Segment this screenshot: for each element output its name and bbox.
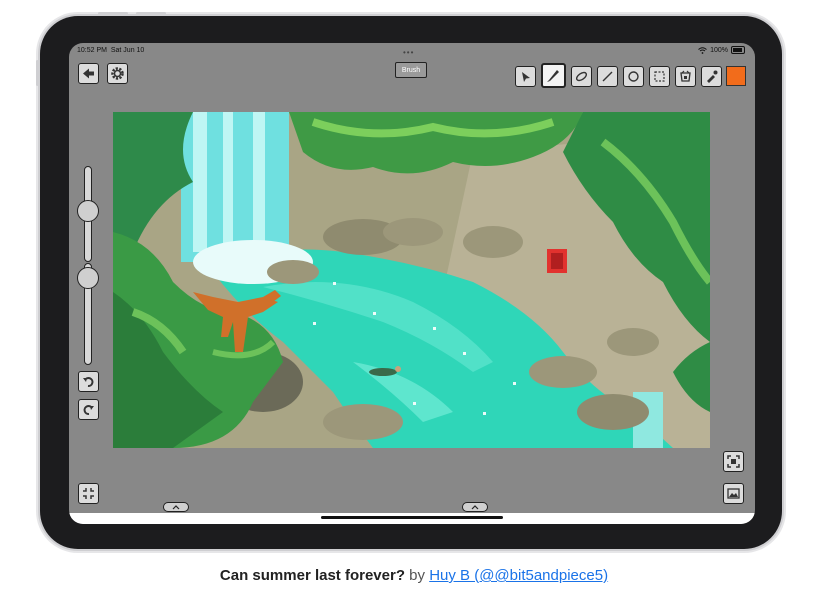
- redo-icon: [83, 405, 94, 415]
- back-button[interactable]: [78, 63, 99, 84]
- settings-button[interactable]: [107, 63, 128, 84]
- line-icon: [602, 71, 613, 82]
- back-icon: [83, 68, 94, 79]
- tablet-side-button: [98, 12, 128, 15]
- tablet-top-button: [36, 60, 39, 86]
- redo-button[interactable]: [78, 399, 99, 420]
- home-indicator[interactable]: [321, 516, 503, 519]
- undo-icon: [83, 377, 94, 387]
- eraser-icon: [575, 71, 588, 82]
- eyedropper-icon: [707, 70, 718, 83]
- circle-icon: [628, 71, 639, 82]
- fit-screen-icon: [727, 455, 740, 468]
- battery-percent: 100%: [710, 46, 728, 54]
- image-button[interactable]: [723, 483, 744, 504]
- pixel-art-canvas[interactable]: [113, 112, 710, 448]
- brush-tool-button[interactable]: [541, 63, 566, 88]
- marquee-tool-button[interactable]: [649, 66, 670, 87]
- fit-screen-button[interactable]: [723, 451, 744, 472]
- brush-size-slider-knob[interactable]: [77, 200, 99, 222]
- select-arrow-icon: [521, 71, 530, 82]
- artwork-title: Can summer last forever?: [219, 567, 405, 584]
- left-panel-handle[interactable]: [163, 502, 189, 512]
- circle-tool-button[interactable]: [623, 66, 644, 87]
- marquee-icon: [654, 71, 665, 82]
- chevron-up-icon: [471, 504, 479, 509]
- select-tool-button[interactable]: [515, 66, 536, 87]
- status-time: 10:52 PM: [77, 47, 107, 54]
- fill-tool-button[interactable]: [675, 66, 696, 87]
- brush-icon: [547, 70, 559, 82]
- grid-icon: [83, 488, 94, 499]
- status-date: Sat Jun 10: [110, 47, 145, 54]
- tablet-side-button: [136, 12, 166, 15]
- grid-button[interactable]: [78, 483, 99, 504]
- wifi-icon: [698, 46, 707, 54]
- artwork-caption: Can summer last forever? by Huy B (@@bit…: [0, 567, 828, 584]
- pixel-art-image: [113, 112, 710, 448]
- current-color-swatch[interactable]: [726, 66, 746, 86]
- chevron-up-icon: [172, 504, 180, 509]
- line-tool-button[interactable]: [597, 66, 618, 87]
- opacity-slider-knob[interactable]: [77, 267, 99, 289]
- eraser-tool-button[interactable]: [571, 66, 592, 87]
- bottom-panel-handle[interactable]: [462, 502, 488, 512]
- caption-by: by: [409, 567, 426, 584]
- app-screen: 10:52 PM Sat Jun 10 ••• 100% Brush: [69, 43, 755, 524]
- undo-button[interactable]: [78, 371, 99, 392]
- status-bar: 10:52 PM Sat Jun 10 ••• 100%: [69, 43, 755, 59]
- tool-mode-label[interactable]: Brush: [395, 62, 427, 78]
- multitask-dots-icon[interactable]: •••: [403, 48, 414, 57]
- battery-icon: [731, 46, 745, 54]
- author-link[interactable]: Huy B (@@bit5andpiece5): [429, 567, 608, 584]
- settings-icon: [111, 67, 124, 80]
- fill-bucket-icon: [680, 70, 691, 82]
- image-icon: [727, 488, 740, 499]
- eyedropper-tool-button[interactable]: [701, 66, 722, 87]
